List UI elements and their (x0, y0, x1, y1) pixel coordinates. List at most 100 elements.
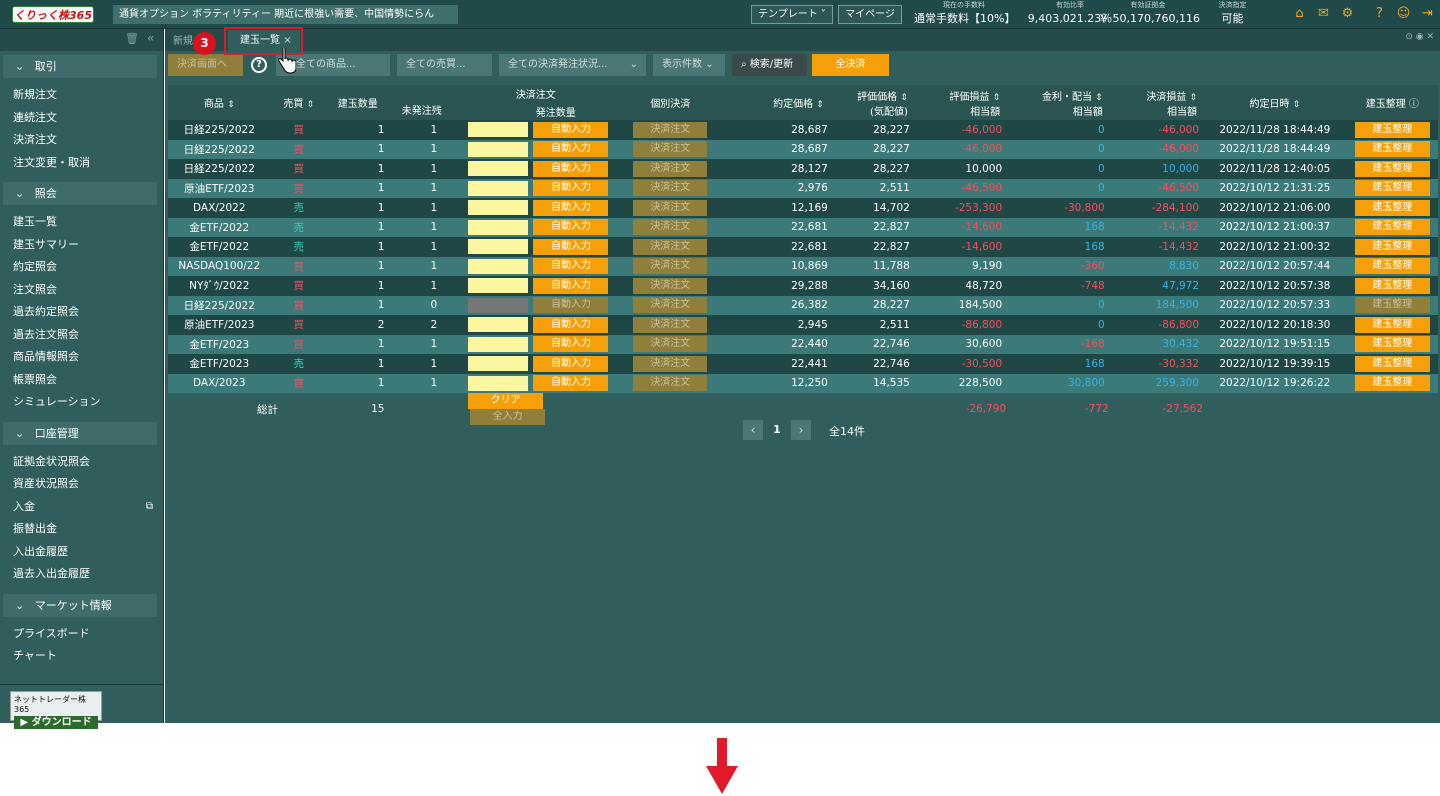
settle-screen-button[interactable]: 決済画面へ (168, 54, 243, 76)
news-ticker[interactable]: 通貨オプション ボラティリティー 期近に根強い需要、中国情勢にらん (113, 5, 458, 24)
col-interest[interactable]: 金利・配当 ⇕ 相当額 (1006, 85, 1109, 120)
current-page[interactable]: 1 (767, 420, 787, 440)
home-icon[interactable]: ⌂ (1292, 6, 1307, 21)
cleanup-button[interactable]: 建玉整理 (1354, 180, 1430, 197)
col-eval-pl[interactable]: 評価損益 ⇕ 相当額 (913, 85, 1007, 120)
sidebar-item[interactable]: 入金 ⧉ (0, 496, 163, 519)
sidebar-item[interactable]: 決済注文 (0, 129, 163, 152)
sort-icon[interactable]: ⇕ (1095, 93, 1103, 103)
sort-icon[interactable]: ⇕ (307, 100, 315, 110)
auto-input-button[interactable]: 自動入力 (533, 199, 609, 216)
sidebar-item[interactable]: 商品情報照会 (0, 346, 163, 369)
col-settle-pl[interactable]: 決済損益 ⇕ 相当額 (1108, 85, 1204, 120)
cleanup-button[interactable]: 建玉整理 (1354, 141, 1430, 158)
mypage-button[interactable]: マイページ (838, 5, 902, 24)
order-qty-input[interactable] (468, 375, 529, 391)
sidebar-section[interactable]: ⌄ 口座管理 (3, 421, 157, 445)
sort-icon[interactable]: ⇕ (900, 93, 908, 103)
col-exec-date[interactable]: 約定日時 ⇕ (1203, 85, 1347, 120)
settle-order-button[interactable]: 決済注文 (633, 375, 708, 392)
cleanup-button[interactable]: 建玉整理 (1354, 316, 1430, 333)
sidebar-section[interactable]: ⌄ 取引 (3, 55, 157, 78)
settle-order-button[interactable]: 決済注文 (633, 336, 708, 353)
cleanup-button[interactable]: 建玉整理 (1354, 375, 1430, 392)
sort-icon[interactable]: ⇕ (1293, 100, 1301, 110)
settle-order-button[interactable]: 決済注文 (633, 180, 708, 197)
cleanup-button[interactable]: 建玉整理 (1354, 160, 1430, 177)
sidebar-item[interactable]: 証拠金状況照会 (0, 451, 163, 474)
prev-page-icon[interactable]: ‹ (743, 420, 763, 440)
sidebar-item[interactable]: 過去入出金履歴 (0, 563, 163, 586)
auto-input-button[interactable]: 自動入力 (533, 336, 609, 353)
cleanup-button[interactable]: 建玉整理 (1354, 219, 1430, 236)
sort-icon[interactable]: ⇕ (993, 93, 1001, 103)
side-filter[interactable]: 全ての売買... (397, 54, 492, 76)
order-qty-input[interactable] (468, 122, 529, 138)
auto-input-button[interactable]: 自動入力 (533, 219, 609, 236)
gear-icon[interactable]: ⚙ (1340, 6, 1355, 21)
settle-order-button[interactable]: 決済注文 (633, 199, 708, 216)
sort-icon[interactable]: ⇕ (816, 100, 824, 110)
sidebar-item[interactable]: 建玉サマリー (0, 234, 163, 257)
download-banner[interactable]: ネットトレーダー株365 ▶ ダウンロード (10, 691, 102, 729)
display-count-select[interactable]: 表示件数 ⌄ (653, 54, 725, 76)
auto-input-button[interactable]: 自動入力 (533, 297, 609, 314)
status-filter[interactable]: 全ての決済発注状況... ⌄ (499, 54, 646, 76)
cleanup-button[interactable]: 建玉整理 (1354, 297, 1430, 314)
cleanup-button[interactable]: 建玉整理 (1354, 277, 1430, 294)
trash-icon[interactable]: 🗑 (125, 32, 139, 45)
cleanup-button[interactable]: 建玉整理 (1354, 355, 1430, 372)
settle-order-button[interactable]: 決済注文 (633, 121, 708, 138)
sidebar-item[interactable]: シミュレーション (0, 391, 163, 414)
logout-icon[interactable]: ⇥ (1420, 6, 1435, 21)
all-input-button[interactable]: 全入力 (470, 409, 546, 425)
col-product[interactable]: 商品 ⇕ (168, 85, 271, 120)
settle-order-button[interactable]: 決済注文 (633, 297, 708, 314)
auto-input-button[interactable]: 自動入力 (533, 277, 609, 294)
sidebar-item[interactable]: 新規注文 (0, 84, 163, 107)
sidebar-item[interactable]: 振替出金 (0, 518, 163, 541)
collapse-icon[interactable]: « (147, 31, 154, 45)
auto-input-button[interactable]: 自動入力 (533, 258, 609, 275)
auto-input-button[interactable]: 自動入力 (533, 180, 609, 197)
sort-icon[interactable]: ⇕ (1190, 93, 1198, 103)
settle-order-button[interactable]: 決済注文 (633, 219, 708, 236)
sidebar-item[interactable]: 注文照会 (0, 279, 163, 302)
col-side[interactable]: 売買 ⇕ (270, 85, 327, 120)
help-icon[interactable]: ? (1372, 6, 1387, 21)
auto-input-button[interactable]: 自動入力 (533, 141, 609, 158)
help-icon[interactable]: ? (249, 54, 269, 76)
help-icon[interactable]: ⓘ (1409, 99, 1419, 110)
auto-input-button[interactable]: 自動入力 (533, 238, 609, 255)
order-qty-input[interactable] (468, 161, 529, 177)
sidebar-item[interactable]: 過去約定照会 (0, 301, 163, 324)
cleanup-button[interactable]: 建玉整理 (1354, 121, 1430, 138)
order-qty-input[interactable] (468, 356, 529, 372)
search-refresh-button[interactable]: ⌕ 検索/更新 (732, 54, 807, 76)
clear-button[interactable]: クリア (468, 393, 544, 409)
brand-logo[interactable]: くりっく株365 (12, 6, 94, 23)
sidebar-item[interactable]: プライスボード (0, 623, 163, 646)
order-qty-input[interactable] (468, 336, 529, 352)
order-qty-input[interactable] (468, 278, 529, 294)
sidebar-item[interactable]: 注文変更・取消 (0, 152, 163, 175)
settle-order-button[interactable]: 決済注文 (633, 355, 708, 372)
sidebar-item[interactable]: 資産状況照会 (0, 473, 163, 496)
sidebar-item[interactable]: 建玉一覧 (0, 211, 163, 234)
window-controls-icon[interactable]: ⊙ ◉ ✕ (1405, 32, 1434, 42)
sidebar-item[interactable]: 帳票照会 (0, 369, 163, 392)
cleanup-button[interactable]: 建玉整理 (1354, 238, 1430, 255)
cleanup-button[interactable]: 建玉整理 (1354, 199, 1430, 216)
auto-input-button[interactable]: 自動入力 (533, 121, 609, 138)
sidebar-section[interactable]: ⌄ マーケット情報 (3, 593, 157, 617)
sidebar-item[interactable]: 連続注文 (0, 107, 163, 130)
order-qty-input[interactable] (468, 141, 529, 157)
order-qty-input[interactable] (468, 219, 529, 235)
order-qty-input[interactable] (468, 258, 529, 274)
col-eval-price[interactable]: 評価価格 ⇕ (気配値) (831, 85, 914, 120)
sidebar-item[interactable]: 入出金履歴 (0, 541, 163, 564)
auto-input-button[interactable]: 自動入力 (533, 355, 609, 372)
settle-order-button[interactable]: 決済注文 (633, 258, 708, 275)
cleanup-button[interactable]: 建玉整理 (1354, 258, 1430, 275)
order-qty-input[interactable] (468, 239, 529, 255)
